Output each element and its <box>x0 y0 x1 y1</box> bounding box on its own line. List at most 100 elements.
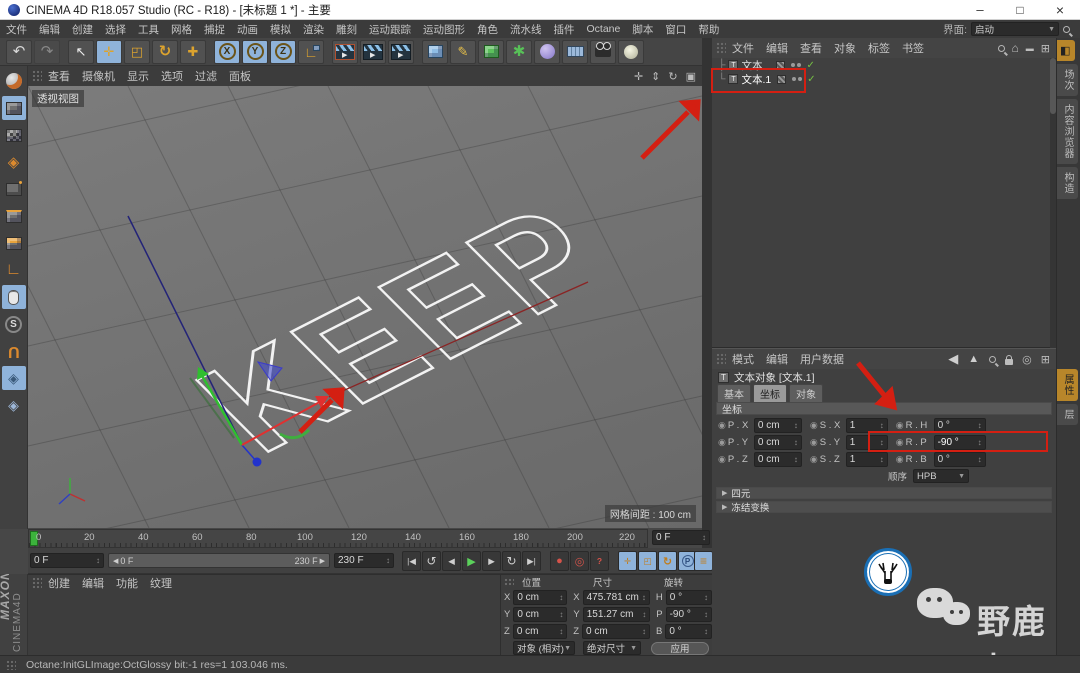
key-circle-icon[interactable]: ◉ <box>810 420 818 431</box>
size-z-field[interactable]: 0 cm ↕ <box>582 624 650 639</box>
lock-workplane-button[interactable]: ◈ <box>1 366 26 390</box>
add-camera-button[interactable] <box>590 39 616 64</box>
pos-y-field[interactable]: 0 cm ↕ <box>513 607 568 622</box>
autokey-button[interactable]: ◎ <box>570 551 589 571</box>
home-icon[interactable]: ⌂ <box>1012 41 1019 55</box>
close-button[interactable]: × <box>1040 2 1080 18</box>
spinner-icon[interactable]: ↕ <box>880 455 884 464</box>
viewport-pan-icon[interactable]: ✛ <box>634 70 643 83</box>
render-picture-viewer-button[interactable]: ▶ <box>360 39 386 64</box>
add-light-button[interactable] <box>618 39 644 64</box>
om-menu-tags[interactable]: 标签 <box>862 40 896 56</box>
mat-menu-create[interactable]: 创建 <box>42 575 76 591</box>
search-icon[interactable] <box>989 355 997 363</box>
am-menu-mode[interactable]: 模式 <box>726 351 760 367</box>
menu-render[interactable]: 渲染 <box>297 22 330 37</box>
spinner-icon[interactable]: ↕ <box>559 593 563 602</box>
edges-mode-button[interactable] <box>2 204 26 228</box>
viewport-canvas[interactable]: KEEP 透视视图 网格间距 : 100 cm <box>28 86 702 528</box>
prev-key-button[interactable]: ↺ <box>422 551 441 571</box>
py-field[interactable]: 0 cm ↕ <box>753 435 802 450</box>
texture-mode-button[interactable] <box>2 123 26 147</box>
keyframe-selection-mode-button[interactable]: ≡ <box>694 551 713 571</box>
points-mode-button[interactable] <box>2 177 26 201</box>
key-circle-icon[interactable]: ◉ <box>810 454 818 465</box>
current-frame-field[interactable]: 0 F ↕ <box>30 553 104 568</box>
enable-check-icon[interactable]: ✓ <box>807 74 815 85</box>
coord-size-dropdown[interactable]: 绝对尺寸 ▼ <box>583 641 641 655</box>
timeline-ruler[interactable]: 0 20 40 60 80 100 120 140 160 180 200 22… <box>28 529 648 548</box>
px-field[interactable]: 0 cm ↕ <box>753 418 802 433</box>
viewport-maximize-icon[interactable]: ▣ <box>686 70 696 83</box>
menu-window[interactable]: 窗口 <box>659 22 692 37</box>
spinner-icon[interactable]: ↕ <box>96 556 100 565</box>
spinner-icon[interactable]: ↕ <box>642 593 646 602</box>
search-icon[interactable] <box>997 44 1005 52</box>
history-up-icon[interactable]: ▲ <box>968 353 979 365</box>
next-key-button[interactable]: ↻ <box>502 551 521 571</box>
menu-file[interactable]: 文件 <box>0 22 33 37</box>
frame-range-slider[interactable]: ◀ 0 F 230 F ▶ <box>108 553 330 568</box>
axis-gizmo[interactable] <box>28 86 702 528</box>
spinner-icon[interactable]: ↕ <box>642 627 646 636</box>
spinner-icon[interactable]: ↕ <box>704 627 708 636</box>
menu-mesh[interactable]: 网格 <box>165 22 198 37</box>
menu-simulate[interactable]: 模拟 <box>264 22 297 37</box>
menu-create[interactable]: 创建 <box>66 22 99 37</box>
drag-grip-icon[interactable] <box>716 42 726 54</box>
add-generator-button[interactable] <box>478 39 504 64</box>
rot-p-field[interactable]: -90 ° ↕ <box>665 607 712 622</box>
menu-octane[interactable]: Octane <box>581 23 627 35</box>
pos-z-field[interactable]: 0 cm ↕ <box>512 624 568 639</box>
gear-icon[interactable]: ◎ <box>1022 353 1032 366</box>
menu-plugins[interactable]: 插件 <box>548 22 581 37</box>
section-quaternion[interactable]: ▶ 四元 <box>716 487 1052 500</box>
mat-menu-texture[interactable]: 纹理 <box>144 575 178 591</box>
add-cube-button[interactable] <box>422 39 448 64</box>
menu-script[interactable]: 脚本 <box>626 22 659 37</box>
drag-grip-icon[interactable] <box>716 353 726 365</box>
viewport-zoom-icon[interactable]: ⇕ <box>651 70 660 83</box>
menu-pipeline[interactable]: 流水线 <box>504 22 548 37</box>
vp-menu-display[interactable]: 显示 <box>121 68 155 84</box>
search-icon[interactable] <box>1063 25 1070 33</box>
om-menu-objects[interactable]: 对象 <box>828 40 862 56</box>
dock-tab-structure[interactable]: 构造 <box>1057 167 1078 199</box>
key-rotation-toggle[interactable]: ↻ <box>658 551 677 571</box>
key-circle-icon[interactable]: ◉ <box>718 420 726 431</box>
render-visibility-dot[interactable] <box>797 63 802 67</box>
drag-grip-icon[interactable] <box>32 70 42 82</box>
range-left-arrow-icon[interactable]: ◀ <box>113 557 118 565</box>
panel-icon[interactable]: ⊞ <box>1041 42 1050 55</box>
render-view-button[interactable]: ▶ <box>332 39 358 64</box>
tab-basic[interactable]: 基本 <box>717 383 751 402</box>
move-tool-button[interactable]: ✛ <box>96 39 122 64</box>
interface-dropdown[interactable]: 启动 ▼ <box>971 22 1059 36</box>
pos-x-field[interactable]: 0 cm ↕ <box>513 590 568 605</box>
editor-visibility-dot[interactable] <box>791 63 796 67</box>
mat-menu-function[interactable]: 功能 <box>110 575 144 591</box>
add-environment-button[interactable] <box>562 39 588 64</box>
magnet-snap-button[interactable]: U <box>2 339 26 363</box>
vp-menu-cameras[interactable]: 摄像机 <box>76 68 121 84</box>
lock-y-axis-button[interactable]: Y <box>242 39 268 64</box>
am-menu-edit[interactable]: 编辑 <box>760 351 794 367</box>
view-label[interactable]: 透视视图 <box>32 90 84 107</box>
menu-sculpt[interactable]: 雕刻 <box>330 22 363 37</box>
mat-menu-edit[interactable]: 编辑 <box>76 575 110 591</box>
polygons-mode-button[interactable] <box>2 231 26 255</box>
key-circle-icon[interactable]: ◉ <box>810 437 818 448</box>
enable-check-icon[interactable]: ✓ <box>806 60 814 71</box>
redo-button[interactable]: ↷ <box>34 39 60 64</box>
menu-character[interactable]: 角色 <box>471 22 504 37</box>
coordinates-section-header[interactable]: 坐标 <box>716 402 1052 416</box>
drag-grip-icon[interactable] <box>32 577 42 589</box>
spinner-icon[interactable]: ↕ <box>704 593 708 602</box>
render-settings-button[interactable]: ▶ <box>388 39 414 64</box>
tab-coordinates[interactable]: 坐标 <box>753 383 787 402</box>
rotate-tool-button[interactable]: ↻ <box>152 39 178 64</box>
menu-edit[interactable]: 编辑 <box>33 22 66 37</box>
dock-tab-takes[interactable]: 场次 <box>1057 64 1078 96</box>
viewport-rotate-icon[interactable]: ↻ <box>668 70 677 83</box>
undo-button[interactable]: ↶ <box>6 39 32 64</box>
